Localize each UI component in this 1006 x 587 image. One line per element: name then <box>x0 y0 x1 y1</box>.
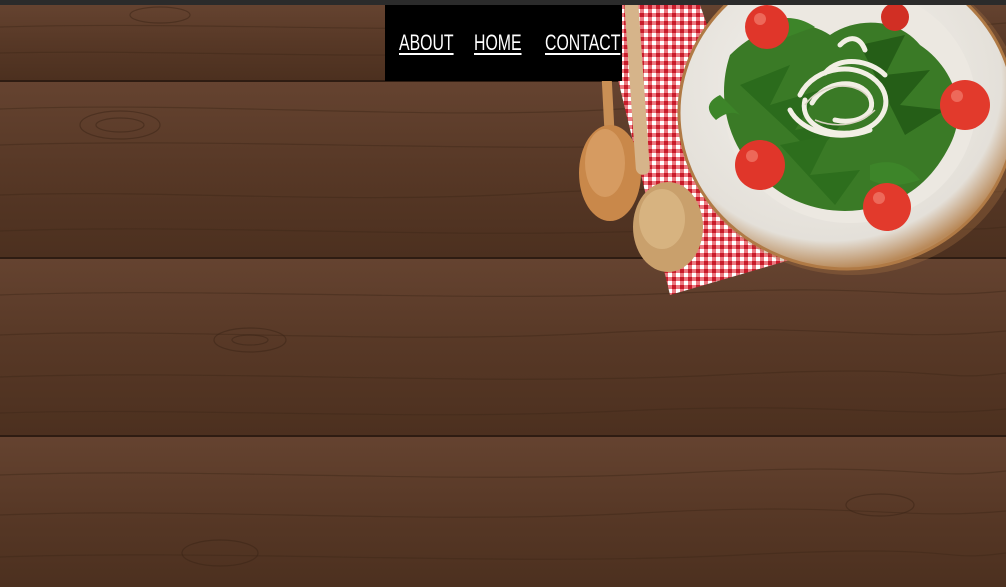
main-navigation: ABOUT HOME CONTACT <box>385 5 622 81</box>
nav-link-home[interactable]: HOME <box>474 30 522 56</box>
hero-background-image <box>0 5 1006 587</box>
page: ABOUT HOME CONTACT <box>0 0 1006 587</box>
nav-link-about[interactable]: ABOUT <box>399 30 454 56</box>
nav-link-contact[interactable]: CONTACT <box>545 30 620 56</box>
